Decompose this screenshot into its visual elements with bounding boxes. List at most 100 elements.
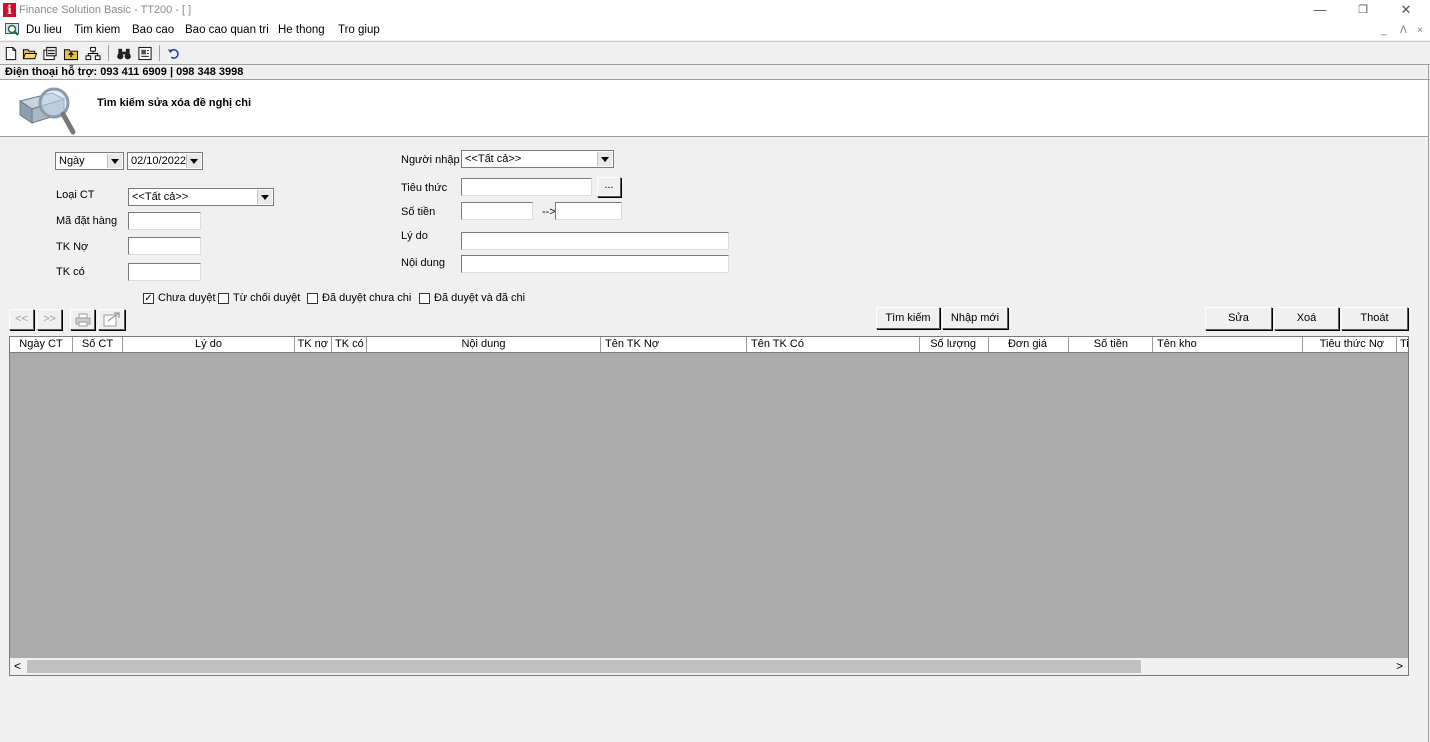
mdi-close-button[interactable]: ×: [1417, 25, 1423, 36]
so-tien-to-input[interactable]: [555, 202, 622, 220]
chevron-down-icon[interactable]: [597, 152, 612, 166]
da-duyet-va-da-chi-checkbox[interactable]: [419, 293, 430, 304]
col-ten-tk-co[interactable]: Tên TK Có: [747, 337, 920, 352]
results-grid[interactable]: Ngày CT Số CT Lý do TK nợ TK có Nội dung…: [9, 336, 1409, 676]
col-tieu-thuc-co[interactable]: Ti: [1397, 337, 1408, 352]
nguoi-nhap-label: Người nhập: [401, 154, 460, 166]
scroll-left-arrow[interactable]: <: [14, 659, 21, 673]
export-icon: [103, 312, 120, 327]
date-picker[interactable]: 02/10/2022: [127, 152, 203, 170]
network-icon[interactable]: [85, 46, 101, 61]
col-ly-do[interactable]: Lý do: [123, 337, 295, 352]
loai-ct-select[interactable]: <<Tất cả>>: [128, 188, 274, 206]
ly-do-label: Lý do: [401, 230, 428, 242]
so-tien-range-arrow: -->: [542, 206, 556, 218]
col-ten-tk-no[interactable]: Tên TK Nợ: [601, 337, 747, 352]
prev-page-button[interactable]: <<: [9, 309, 34, 330]
da-duyet-va-da-chi-label: Đã duyệt và đã chi: [434, 292, 526, 304]
print-button[interactable]: [70, 309, 95, 330]
tk-co-label: TK có: [56, 266, 85, 278]
mdi-minimize-button[interactable]: _: [1381, 25, 1387, 36]
col-tk-no[interactable]: TK nợ: [295, 337, 332, 352]
col-so-tien[interactable]: Số tiền: [1069, 337, 1153, 352]
binoculars-icon[interactable]: [116, 46, 132, 61]
chevron-down-icon[interactable]: [107, 154, 122, 168]
window-title: Finance Solution Basic - TT200 - [ ]: [19, 4, 192, 16]
tieu-thuc-browse-button[interactable]: ...: [597, 177, 621, 197]
header-panel: Tìm kiếm sửa xóa đề nghị chi: [0, 80, 1429, 137]
col-so-ct[interactable]: Số CT: [73, 337, 123, 352]
date-value: 02/10/2022: [131, 155, 187, 167]
new-entry-button[interactable]: Nhập mới: [942, 307, 1008, 329]
window-border: [1428, 64, 1429, 742]
exit-button[interactable]: Thoát: [1341, 307, 1408, 330]
chua-duyet-label: Chưa duyệt: [158, 292, 216, 304]
tu-choi-duyet-label: Từ chối duyệt: [233, 292, 301, 304]
support-bar: Điện thoại hỗ trợ: 093 411 6909 | 098 34…: [0, 64, 1430, 80]
minimize-button[interactable]: —: [1300, 1, 1340, 19]
da-duyet-chua-chi-label: Đã duyệt chưa chi: [322, 292, 412, 304]
magnifier-computer-icon: [18, 87, 76, 135]
col-noi-dung[interactable]: Nội dung: [367, 337, 601, 352]
tu-choi-duyet-checkbox[interactable]: [218, 293, 229, 304]
date-type-select[interactable]: Ngày: [55, 152, 124, 170]
horizontal-scrollbar[interactable]: < >: [10, 658, 1408, 675]
next-page-button[interactable]: >>: [37, 309, 62, 330]
delete-button[interactable]: Xoá: [1274, 307, 1339, 330]
tk-co-input[interactable]: [128, 263, 201, 281]
noi-dung-input[interactable]: [461, 255, 729, 273]
properties-icon[interactable]: [42, 46, 58, 61]
menu-bao-cao[interactable]: Bao cao: [132, 24, 174, 36]
menu-tro-giup[interactable]: Tro giup: [338, 24, 380, 36]
page-title: Tìm kiếm sửa xóa đề nghị chi: [97, 97, 252, 109]
app-logo-icon: i: [3, 3, 16, 17]
mdi-restore-button[interactable]: ᐱ: [1400, 25, 1407, 36]
nguoi-nhap-select[interactable]: <<Tất cả>>: [461, 150, 614, 168]
printer-icon: [75, 313, 90, 327]
toolbar-separator: [159, 45, 160, 61]
open-folder-icon[interactable]: [22, 46, 38, 61]
ly-do-input[interactable]: [461, 232, 729, 250]
chevron-down-icon[interactable]: [257, 190, 272, 204]
report-icon[interactable]: [137, 46, 153, 61]
menu-bao-cao-quan-tri[interactable]: Bao cao quan tri: [185, 24, 269, 36]
chua-duyet-checkbox[interactable]: ✓: [143, 293, 154, 304]
col-ngay-ct[interactable]: Ngày CT: [10, 337, 73, 352]
date-type-value: Ngày: [59, 155, 85, 167]
toolbar-separator: [108, 45, 109, 61]
menu-bar: Du lieu Tim kiem Bao cao Bao cao quan tr…: [0, 20, 1430, 40]
col-don-gia[interactable]: Đơn giá: [989, 337, 1069, 352]
ma-dat-hang-input[interactable]: [128, 212, 201, 230]
col-tieu-thuc-no[interactable]: Tiêu thức Nợ: [1303, 337, 1397, 352]
tk-no-input[interactable]: [128, 237, 201, 255]
tieu-thuc-input[interactable]: [461, 178, 592, 196]
new-document-icon[interactable]: [3, 46, 19, 61]
loai-ct-value: <<Tất cả>>: [132, 191, 189, 203]
so-tien-from-input[interactable]: [461, 202, 533, 220]
menu-he-thong[interactable]: He thong: [278, 24, 325, 36]
scroll-right-arrow[interactable]: >: [1396, 659, 1403, 673]
grid-header: Ngày CT Số CT Lý do TK nợ TK có Nội dung…: [10, 337, 1408, 353]
col-tk-co[interactable]: TK có: [332, 337, 367, 352]
menu-du-lieu[interactable]: Du lieu: [26, 24, 62, 36]
search-button[interactable]: Tìm kiếm: [876, 307, 940, 329]
ma-dat-hang-label: Mã đặt hàng: [56, 215, 118, 227]
close-button[interactable]: ✕: [1386, 1, 1426, 19]
col-ten-kho[interactable]: Tên kho: [1153, 337, 1303, 352]
scrollbar-thumb[interactable]: [27, 660, 1141, 673]
support-phone-text: Điện thoại hỗ trợ: 093 411 6909 | 098 34…: [5, 66, 244, 78]
edit-button[interactable]: Sửa: [1205, 307, 1272, 330]
loai-ct-label: Loại CT: [56, 189, 95, 201]
folder-up-icon[interactable]: [63, 46, 79, 61]
menu-tim-kiem[interactable]: Tim kiem: [74, 24, 120, 36]
undo-icon[interactable]: [166, 46, 182, 61]
restore-button[interactable]: ❐: [1343, 1, 1383, 19]
col-so-luong[interactable]: Số lượng: [920, 337, 989, 352]
search-window-icon[interactable]: [5, 23, 20, 36]
export-button[interactable]: [98, 309, 125, 330]
nguoi-nhap-value: <<Tất cả>>: [465, 153, 522, 165]
title-bar: i Finance Solution Basic - TT200 - [ ] —…: [0, 0, 1430, 20]
tk-no-label: TK Nợ: [56, 241, 89, 253]
da-duyet-chua-chi-checkbox[interactable]: [307, 293, 318, 304]
chevron-down-icon[interactable]: [186, 154, 201, 168]
